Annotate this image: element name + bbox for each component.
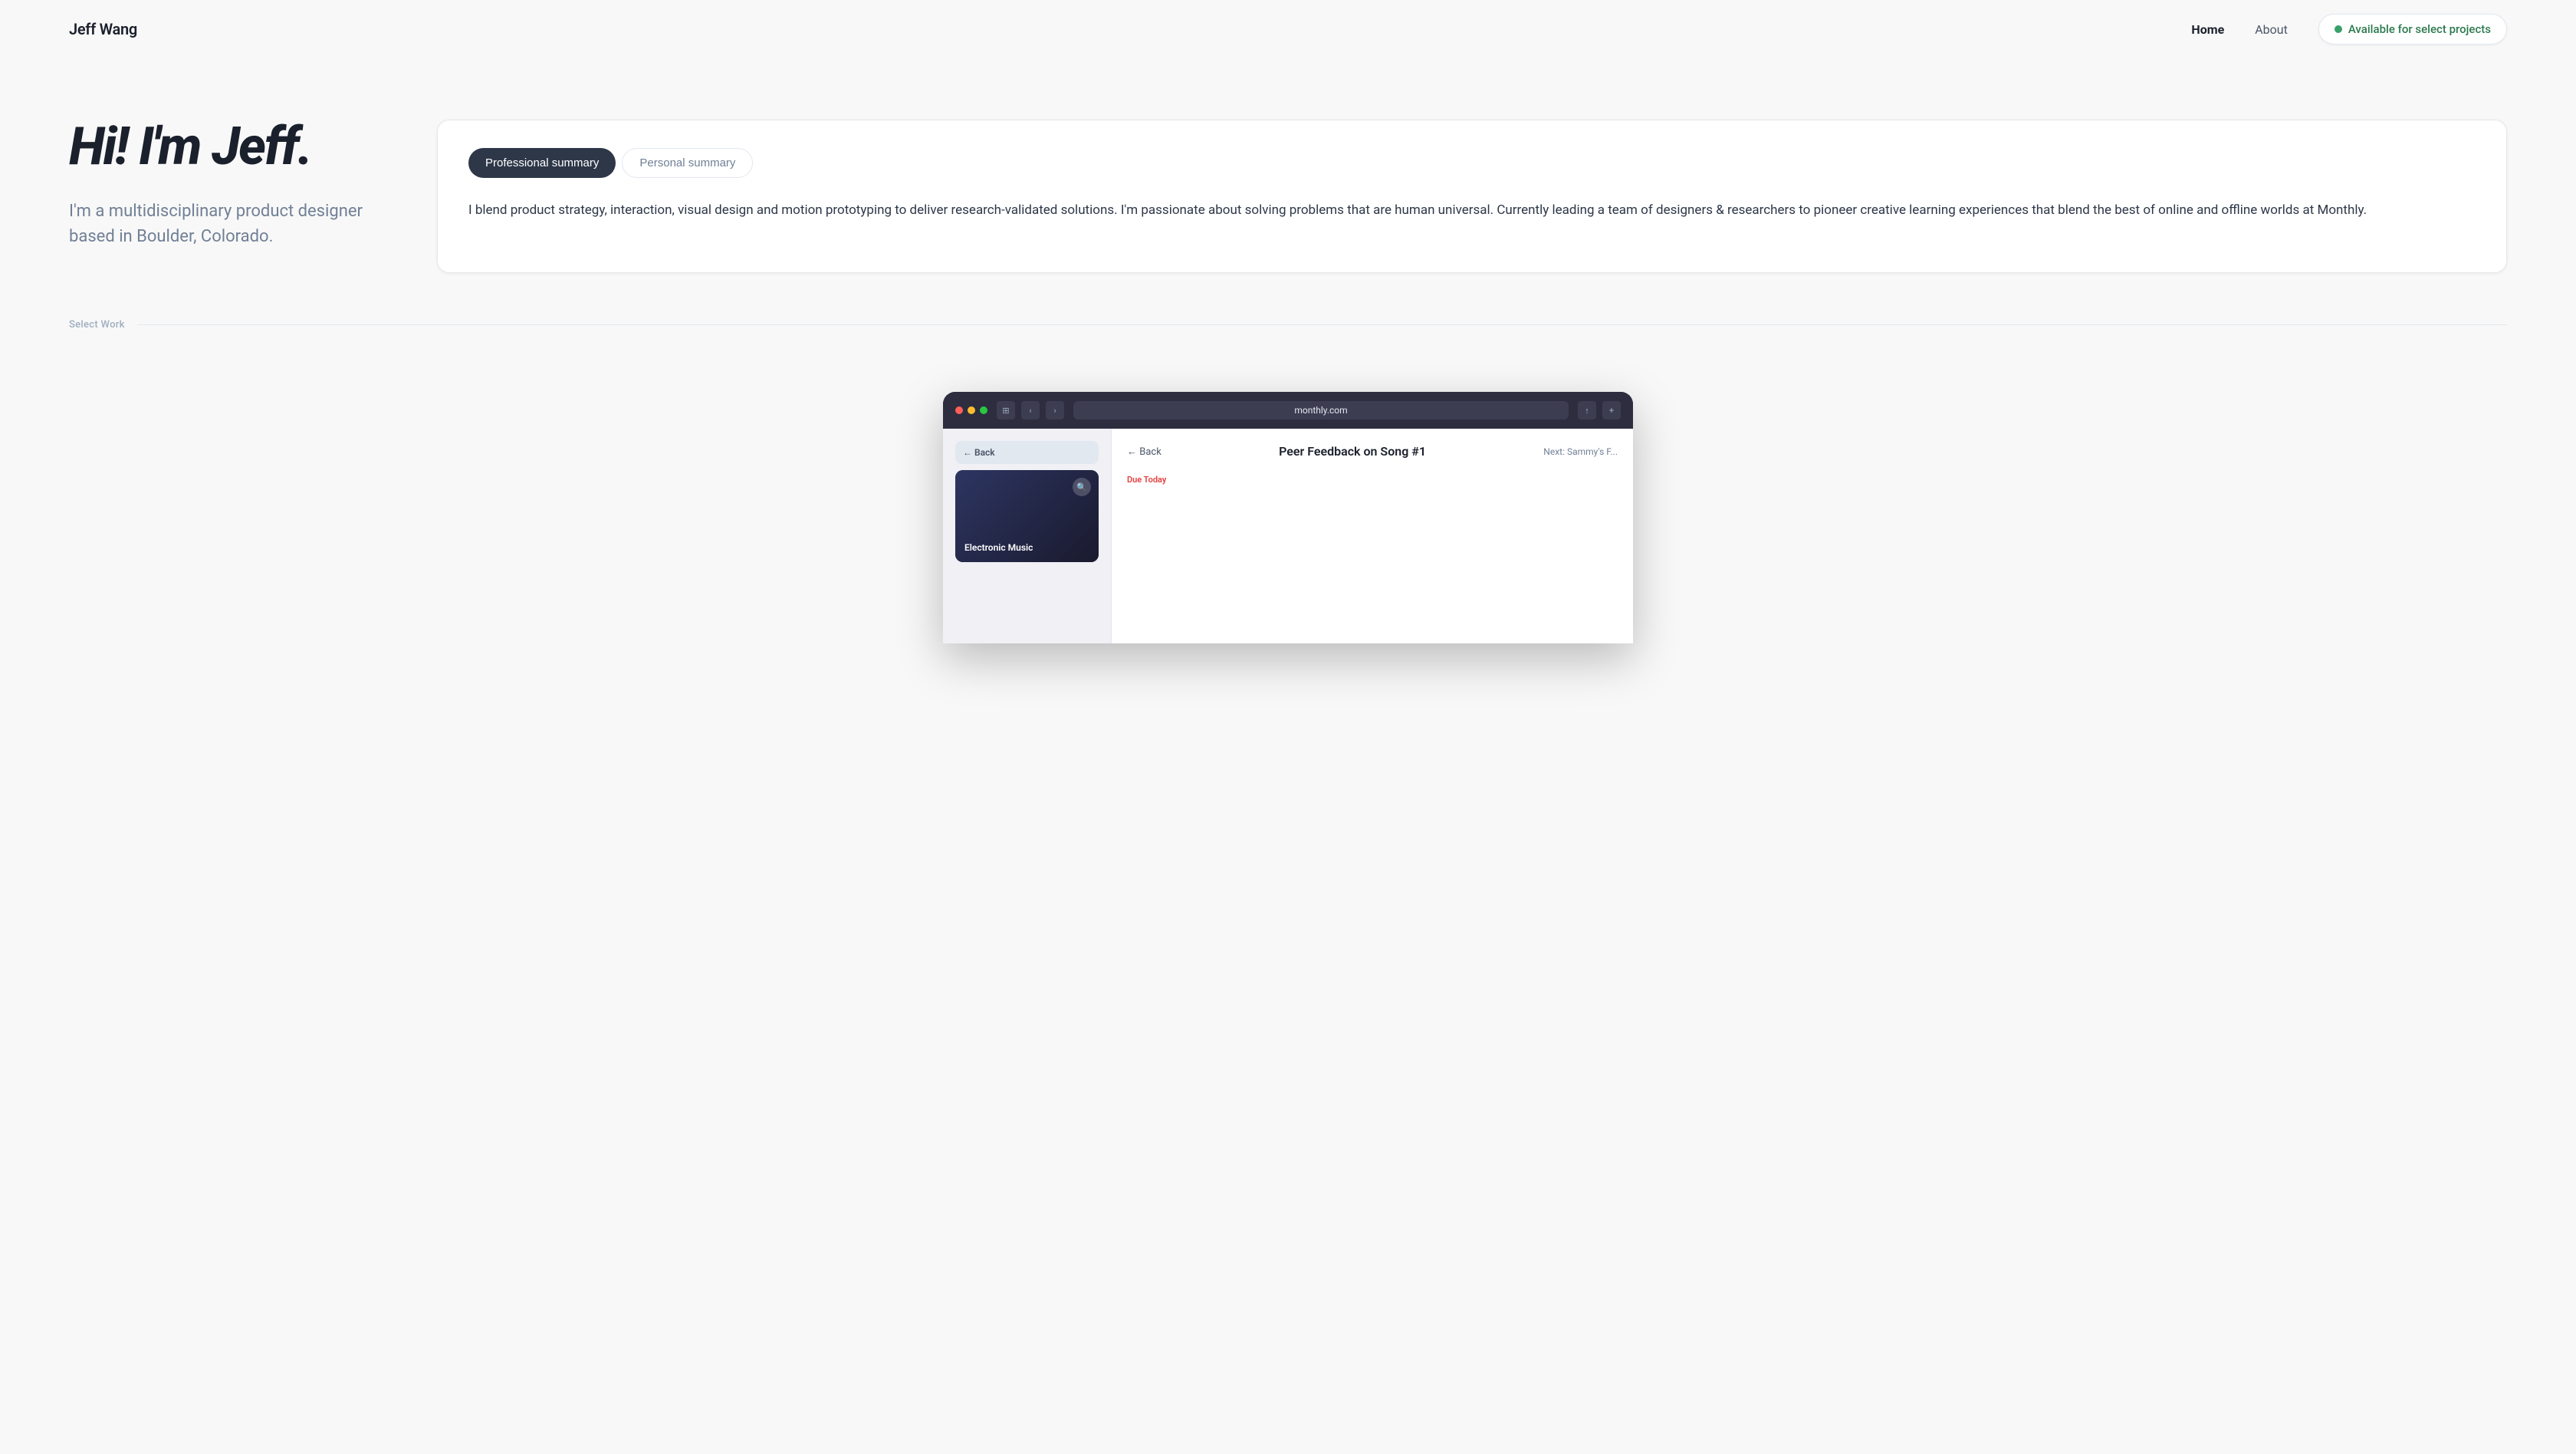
section-label: Select Work (69, 319, 125, 331)
tab-personal[interactable]: Personal summary (622, 148, 753, 178)
browser-back-btn[interactable]: ← Back (1127, 446, 1162, 458)
browser-traffic-lights (955, 406, 987, 414)
availability-label: Available for select projects (2348, 22, 2491, 36)
tab-professional[interactable]: Professional summary (468, 148, 616, 178)
browser-header-row: ← Back Peer Feedback on Song #1 Next: Sa… (1127, 444, 1618, 459)
main-nav: Home About Available for select projects (2191, 14, 2507, 44)
hero-section: Hi! I'm Jeff. I'm a multidisciplinary pr… (0, 58, 2576, 319)
browser-forward-icon: › (1046, 401, 1064, 419)
music-search-icon: 🔍 (1073, 478, 1091, 496)
browser-content: ← Back 🔍 Electronic Music ← Back Peer Fe… (943, 429, 1633, 643)
divider-line (137, 324, 2507, 325)
site-logo: Jeff Wang (69, 20, 137, 38)
hero-left: Hi! I'm Jeff. I'm a multidisciplinary pr… (69, 120, 376, 249)
section-divider: Select Work (69, 319, 2507, 331)
browser-controls: ⊞ ‹ › (997, 401, 1064, 419)
browser-mockup: ⊞ ‹ › monthly.com ↑ + ← Back 🔍 Electroni… (943, 392, 1633, 643)
browser-url-bar: monthly.com (1073, 401, 1569, 419)
availability-badge: Available for select projects (2318, 14, 2507, 44)
select-work-section: Select Work (0, 319, 2576, 392)
dot-yellow (968, 406, 975, 414)
dot-red (955, 406, 963, 414)
summary-card: Professional summary Personal summary I … (437, 120, 2507, 273)
nav-about[interactable]: About (2255, 22, 2288, 37)
hero-subtitle: I'm a multidisciplinary product designer… (69, 199, 376, 249)
hero-title: Hi! I'm Jeff. (69, 120, 376, 174)
summary-professional-text: I blend product strategy, interaction, v… (468, 199, 2476, 222)
sidebar-back-label: ← Back (963, 447, 995, 458)
browser-bookmark-icon: + (1602, 401, 1621, 419)
browser-sidebar: ← Back 🔍 Electronic Music (943, 429, 1112, 643)
browser-topbar: ⊞ ‹ › monthly.com ↑ + (943, 392, 1633, 429)
browser-page-title: Peer Feedback on Song #1 (1162, 444, 1544, 459)
music-card-label: Electronic Music (964, 542, 1033, 553)
dot-green (980, 406, 987, 414)
music-card: 🔍 Electronic Music (955, 470, 1099, 562)
sidebar-back-item: ← Back (955, 441, 1099, 464)
nav-home[interactable]: Home (2191, 22, 2224, 37)
browser-due-label: Due Today (1127, 471, 1618, 485)
availability-dot (2334, 25, 2342, 33)
browser-grid-icon: ⊞ (997, 401, 1015, 419)
browser-mockup-container: ⊞ ‹ › monthly.com ↑ + ← Back 🔍 Electroni… (0, 392, 2576, 643)
browser-right-icons: ↑ + (1578, 401, 1621, 419)
browser-main: ← Back Peer Feedback on Song #1 Next: Sa… (1112, 429, 1633, 643)
browser-back-icon: ‹ (1021, 401, 1040, 419)
browser-next-label: Next: Sammy's F... (1543, 446, 1618, 457)
summary-tabs: Professional summary Personal summary (468, 148, 2476, 178)
browser-share-icon: ↑ (1578, 401, 1596, 419)
